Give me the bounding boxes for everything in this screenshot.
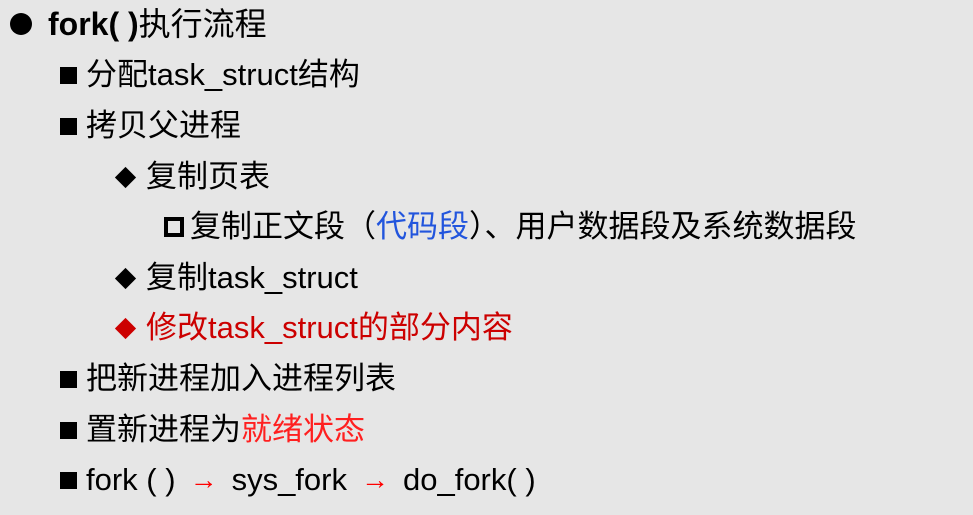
list-item-call-chain: fork ( ) → sys_fork → do_fork( ) [60, 460, 536, 500]
hollow-square-bullet-icon [164, 217, 184, 237]
list-item-text: 复制task_struct [146, 260, 358, 295]
list-item-text: 修改task_struct的部分内容 [146, 310, 513, 345]
list-item-text: 分配task_struct结构 [86, 57, 360, 92]
list-item-text-part3: ）、用户数据段及系统数据段 [469, 209, 857, 244]
list-item-text-ready-state: 就绪状态 [241, 412, 365, 447]
diamond-bullet-icon [114, 166, 137, 188]
title-text: 执行流程 [138, 6, 267, 42]
list-item-add-to-list: 把新进程加入进程列表 [60, 359, 396, 399]
square-bullet-icon [60, 471, 77, 489]
list-item-modify-task-struct: 修改task_struct的部分内容 [112, 308, 513, 348]
list-item-copy-task-struct: 复制task_struct [112, 258, 358, 298]
arrow-right-icon: → [189, 464, 218, 495]
list-item-allocate: 分配task_struct结构 [60, 55, 360, 95]
diamond-bullet-icon [114, 267, 137, 289]
list-item-text-part1: 置新进程为 [86, 412, 241, 447]
call-do-fork: do_fork( ) [402, 462, 536, 497]
call-sys-fork: sys_fork [231, 462, 347, 497]
list-item-text: 复制页表 [146, 159, 270, 194]
list-item-text: 把新进程加入进程列表 [86, 361, 396, 396]
square-bullet-icon [60, 370, 77, 388]
arrow-right-icon: → [360, 464, 389, 495]
slide-title: fork( ) 执行流程 [6, 4, 267, 44]
list-item-text: 拷贝父进程 [86, 108, 241, 143]
circle-bullet-icon [10, 13, 32, 35]
list-item-copy-parent: 拷贝父进程 [60, 106, 241, 146]
square-bullet-icon [60, 66, 77, 84]
call-fork: fork ( ) [86, 462, 176, 497]
list-item-copy-segments: 复制正文段（ 代码段 ）、用户数据段及系统数据段 [164, 207, 857, 247]
list-item-text-part1: 复制正文段（ [190, 209, 376, 244]
list-item-set-ready: 置新进程为 就绪状态 [60, 410, 365, 450]
diamond-bullet-icon [114, 317, 137, 339]
list-item-text-code-segment: 代码段 [376, 209, 469, 244]
title-function-name: fork( ) [48, 6, 139, 42]
square-bullet-icon [60, 117, 77, 135]
square-bullet-icon [60, 421, 77, 439]
list-item-copy-page-table: 复制页表 [112, 157, 270, 197]
